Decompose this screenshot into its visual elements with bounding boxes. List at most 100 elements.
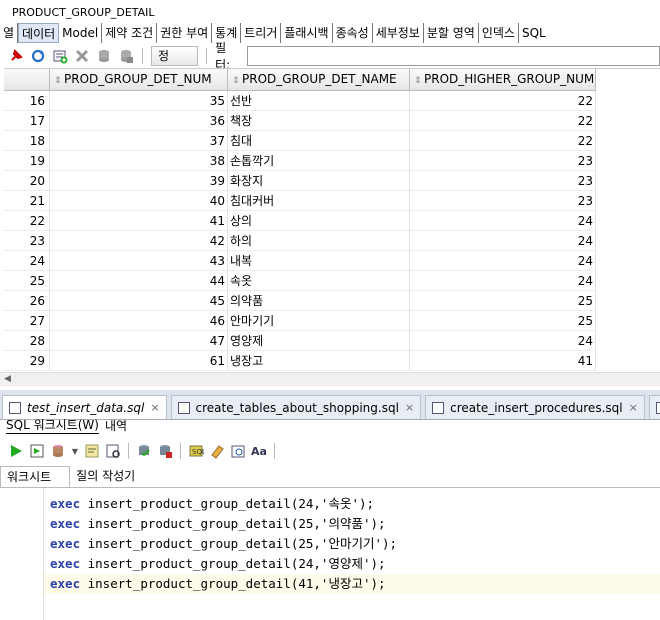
rollback-icon[interactable] — [118, 48, 134, 64]
cell-det-name[interactable]: 내복 — [228, 251, 410, 271]
table-row[interactable]: 23 42 하의 24 — [4, 231, 596, 251]
column-header[interactable]: ⇕ PROD_GROUP_DET_NAME — [228, 69, 410, 91]
history-icon[interactable] — [230, 443, 246, 459]
format-icon[interactable]: Aa — [251, 443, 267, 459]
run-statement-icon[interactable] — [8, 443, 24, 459]
sql-editor[interactable]: ​ exec insert_product_group_detail(24,'속… — [0, 488, 660, 620]
cell-det-num[interactable]: 42 — [50, 231, 228, 251]
tab-grants[interactable]: 권한 부여 — [157, 23, 213, 43]
code-keyword: exec — [50, 536, 81, 551]
table-row[interactable]: 27 46 안마기기 25 — [4, 311, 596, 331]
tab-worksheet[interactable]: 워크시트 — [0, 466, 71, 487]
cell-det-name[interactable]: 안마기기 — [228, 311, 410, 331]
cell-higher-num[interactable]: 23 — [410, 151, 596, 171]
cell-det-num[interactable]: 61 — [50, 351, 228, 371]
tab-partitions[interactable]: 분할 영역 — [424, 23, 479, 43]
cell-det-name[interactable]: 의약품 — [228, 291, 410, 311]
cell-higher-num[interactable]: 23 — [410, 171, 596, 191]
refresh-icon[interactable] — [30, 48, 46, 64]
cell-det-num[interactable]: 46 — [50, 311, 228, 331]
table-row[interactable]: 28 47 영양제 24 — [4, 331, 596, 351]
table-row[interactable]: 17 36 책장 22 — [4, 111, 596, 131]
cell-higher-num[interactable]: 24 — [410, 211, 596, 231]
eraser-icon[interactable] — [209, 443, 225, 459]
table-row[interactable]: 29 61 냉장고 41 — [4, 351, 596, 371]
chevron-down-icon[interactable]: ▼ — [71, 443, 79, 459]
autotrace-icon[interactable] — [105, 443, 121, 459]
pin-icon[interactable] — [8, 48, 24, 64]
column-header[interactable]: ⇕ PROD_HIGHER_GROUP_NUM — [410, 69, 596, 91]
cell-higher-num[interactable]: 24 — [410, 251, 596, 271]
cell-higher-num[interactable]: 23 — [410, 191, 596, 211]
cell-higher-num[interactable]: 22 — [410, 91, 596, 111]
scroll-left-icon[interactable]: ◀ — [4, 374, 11, 384]
rollback-icon[interactable] — [157, 443, 173, 459]
table-row[interactable]: 20 39 화장지 23 — [4, 171, 596, 191]
database-icon[interactable] — [50, 443, 66, 459]
tab-constraints[interactable]: 제약 조건 — [102, 23, 158, 43]
cell-higher-num[interactable]: 22 — [410, 111, 596, 131]
tab-indexes[interactable]: 인덱스 — [479, 23, 519, 43]
cell-higher-num[interactable]: 22 — [410, 131, 596, 151]
filter-input[interactable] — [246, 46, 660, 66]
table-row[interactable]: 16 35 선반 22 — [4, 91, 596, 111]
cell-det-name[interactable]: 화장지 — [228, 171, 410, 191]
cell-higher-num[interactable]: 25 — [410, 311, 596, 331]
cell-det-num[interactable]: 41 — [50, 211, 228, 231]
table-row[interactable]: 25 44 속옷 24 — [4, 271, 596, 291]
cell-det-name[interactable]: 영양제 — [228, 331, 410, 351]
horizontal-scrollbar[interactable]: ◀ — [0, 372, 660, 386]
insert-row-icon[interactable] — [52, 48, 68, 64]
cell-det-num[interactable]: 38 — [50, 151, 228, 171]
tab-sql-worksheet[interactable]: SQL 워크시트(W) — [6, 416, 99, 434]
cell-higher-num[interactable]: 41 — [410, 351, 596, 371]
tab-sql[interactable]: SQL — [519, 23, 549, 43]
tab-data[interactable]: 데이터 — [18, 23, 60, 43]
table-row[interactable]: 26 45 의약품 25 — [4, 291, 596, 311]
tab-triggers[interactable]: 트리거 — [241, 23, 282, 43]
cell-det-name[interactable]: 손톱깍기 — [228, 151, 410, 171]
tab-model[interactable]: Model — [59, 23, 103, 43]
tab-columns[interactable]: 열 — [0, 23, 19, 43]
cell-det-name[interactable]: 선반 — [228, 91, 410, 111]
cell-det-name[interactable]: 속옷 — [228, 271, 410, 291]
cell-higher-num[interactable]: 24 — [410, 231, 596, 251]
sort-button[interactable]: 정렬... — [150, 46, 199, 81]
table-row[interactable]: 19 38 손톱깍기 23 — [4, 151, 596, 171]
cell-higher-num[interactable]: 24 — [410, 331, 596, 351]
cell-det-num[interactable]: 35 — [50, 91, 228, 111]
unshared-sql-icon[interactable]: SQL — [188, 443, 204, 459]
tab-dependencies[interactable]: 종속성 — [333, 23, 373, 43]
cell-det-name[interactable]: 하의 — [228, 231, 410, 251]
cell-det-name[interactable]: 상의 — [228, 211, 410, 231]
column-header[interactable]: ⇕ PROD_GROUP_DET_NUM — [50, 69, 228, 91]
tab-query-builder[interactable]: 질의 작성기 — [70, 466, 153, 487]
explain-plan-icon[interactable] — [84, 443, 100, 459]
cell-det-num[interactable]: 36 — [50, 111, 228, 131]
table-row[interactable]: 24 43 내복 24 — [4, 251, 596, 271]
table-row[interactable]: 22 41 상의 24 — [4, 211, 596, 231]
run-script-icon[interactable] — [29, 443, 45, 459]
cell-det-name[interactable]: 침대 — [228, 131, 410, 151]
table-row[interactable]: 18 37 침대 22 — [4, 131, 596, 151]
cell-det-name[interactable]: 침대커버 — [228, 191, 410, 211]
cell-det-num[interactable]: 43 — [50, 251, 228, 271]
cell-det-name[interactable]: 책장 — [228, 111, 410, 131]
tab-details[interactable]: 세부정보 — [373, 23, 424, 43]
tab-flashback[interactable]: 플래시백 — [281, 23, 333, 43]
cell-det-num[interactable]: 40 — [50, 191, 228, 211]
cell-det-num[interactable]: 37 — [50, 131, 228, 151]
commit-icon[interactable] — [136, 443, 152, 459]
delete-row-icon[interactable] — [74, 48, 90, 64]
cell-det-num[interactable]: 47 — [50, 331, 228, 351]
table-row[interactable]: 21 40 침대커버 23 — [4, 191, 596, 211]
cell-det-name[interactable]: 냉장고 — [228, 351, 410, 371]
cell-det-num[interactable]: 44 — [50, 271, 228, 291]
cell-det-num[interactable]: 45 — [50, 291, 228, 311]
cell-higher-num[interactable]: 24 — [410, 271, 596, 291]
commit-icon[interactable] — [96, 48, 112, 64]
row-number: 24 — [4, 251, 50, 271]
cell-higher-num[interactable]: 25 — [410, 291, 596, 311]
cell-det-num[interactable]: 39 — [50, 171, 228, 191]
tab-history[interactable]: 내역 — [105, 417, 127, 434]
